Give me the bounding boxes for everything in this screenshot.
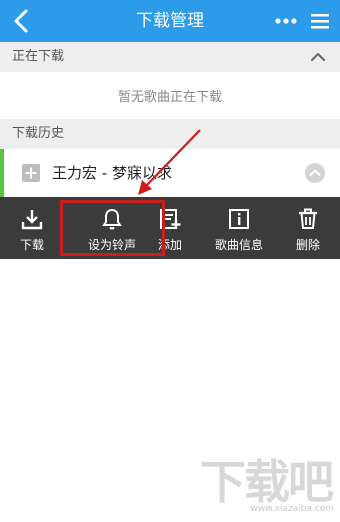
download-icon: [21, 210, 43, 230]
info-icon: [229, 209, 249, 229]
watermark-logo: 下载吧: [200, 455, 334, 509]
highlight-box: [60, 200, 165, 256]
collapse-button[interactable]: [306, 46, 330, 68]
chevron-up-icon: [311, 53, 325, 61]
plus-icon[interactable]: [22, 164, 40, 182]
downloading-section-header[interactable]: 正在下载: [0, 42, 340, 72]
menu-icon: [311, 14, 329, 29]
song-action-bar: 下载 设为铃声 添加 歌曲信息 删除: [0, 197, 340, 259]
download-label: 下载: [19, 238, 44, 252]
list-item[interactable]: 王力宏 - 梦寐以求: [0, 149, 340, 197]
song-title: 王力宏 - 梦寐以求: [52, 164, 172, 182]
more-dots-icon: [275, 18, 297, 24]
downloading-label: 正在下载: [12, 49, 65, 64]
menu-button[interactable]: [306, 8, 334, 34]
top-bar: 下载管理: [0, 0, 340, 42]
song-info-button[interactable]: 歌曲信息: [207, 197, 271, 259]
song-info-label: 歌曲信息: [214, 238, 263, 252]
watermark-url: www.xiazaiba.com: [250, 504, 334, 514]
delete-label: 删除: [295, 238, 320, 252]
history-section-header: 下载历史: [0, 119, 340, 149]
empty-downloading-message: 暂无歌曲正在下载: [117, 90, 222, 105]
chevron-up-circle-icon: [305, 163, 325, 183]
watermark: 下载吧 www.xiazaiba.com: [198, 450, 338, 514]
more-button[interactable]: [272, 8, 300, 34]
trash-icon: [299, 208, 317, 229]
annotation-arrow-icon: [138, 129, 201, 195]
delete-button[interactable]: 删除: [280, 197, 336, 259]
collapse-row-button[interactable]: [304, 162, 326, 184]
selected-indicator: [0, 149, 4, 197]
history-label: 下载历史: [12, 126, 65, 141]
download-button[interactable]: 下载: [0, 197, 64, 259]
